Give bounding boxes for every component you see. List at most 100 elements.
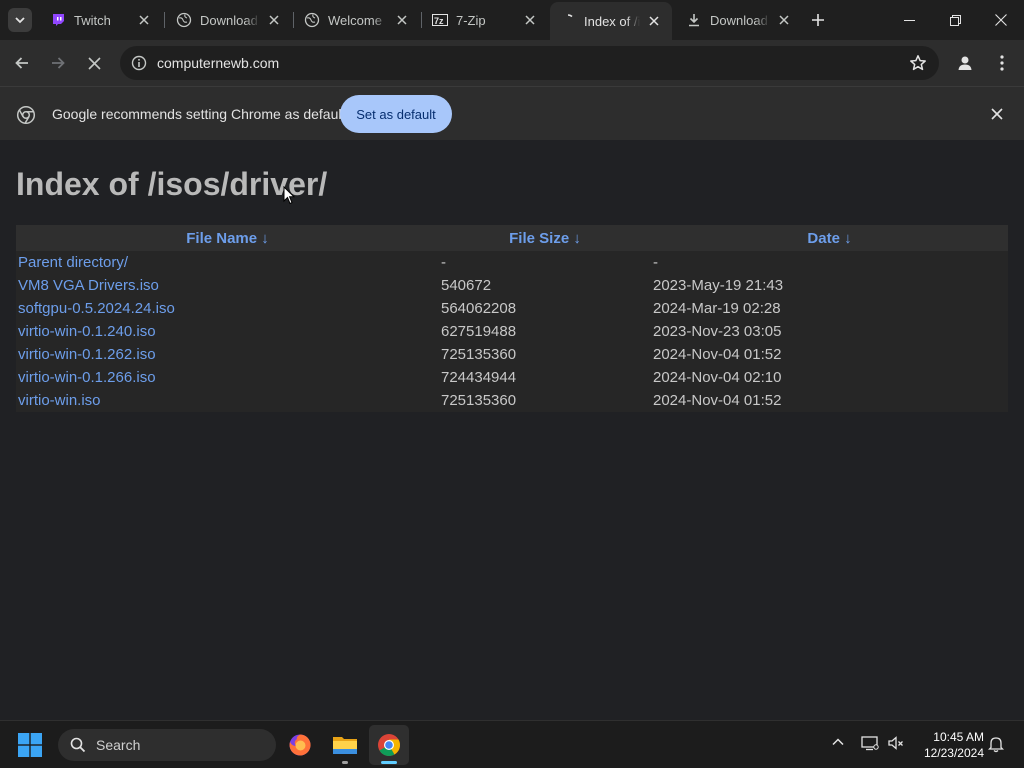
download-icon (686, 12, 702, 28)
infobar-close-icon[interactable] (988, 105, 1006, 128)
clock-date: 12/23/2024 (923, 746, 984, 760)
chrome-icon (16, 105, 36, 130)
firefox-icon (289, 734, 311, 756)
file-link[interactable]: virtio-win-0.1.240.iso (18, 323, 156, 340)
file-date: 2023-Nov-23 03:05 (653, 323, 782, 340)
profile-icon (958, 56, 972, 70)
parent-directory-link[interactable]: Parent directory/ (18, 254, 128, 271)
volume-muted-icon[interactable] (887, 735, 905, 756)
tab-download[interactable]: Download (166, 4, 292, 36)
sort-by-size-header[interactable]: File Size ↓ (439, 225, 651, 251)
firefox-taskbar-button[interactable] (280, 725, 320, 765)
url-text[interactable]: computernewb.com (157, 55, 279, 71)
file-size: 540672 (441, 277, 492, 294)
file-date: 2024-Mar-19 02:28 (653, 300, 781, 317)
new-tab-button[interactable] (806, 8, 830, 32)
close-window-button[interactable] (978, 0, 1024, 40)
minimize-icon (903, 19, 915, 21)
file-size: 724434944 (441, 369, 517, 386)
default-browser-infobar: Google recommends setting Chrome as defa… (0, 86, 1024, 140)
table-row: virtio-win.iso 725135360 2024-Nov-04 01:… (16, 389, 1008, 412)
table-row: virtio-win-0.1.266.iso 724434944 2024-No… (16, 366, 1008, 389)
tab-close-icon[interactable] (136, 12, 152, 28)
stop-loading-button[interactable] (78, 47, 110, 79)
notification-bell-icon[interactable] (987, 735, 1005, 758)
system-clock[interactable]: 10:45 AM 12/23/2024 (914, 729, 984, 761)
tab-close-icon[interactable] (266, 12, 282, 28)
taskbar-search-box[interactable]: Search (58, 729, 276, 761)
mouse-cursor-icon (283, 186, 295, 205)
chevron-up-icon[interactable] (831, 735, 845, 754)
forward-arrow-icon (52, 57, 65, 69)
set-as-default-button[interactable]: Set as default (340, 95, 452, 133)
twitch-icon (50, 12, 66, 28)
browser-toolbar: computernewb.com (0, 40, 1024, 86)
table-row: virtio-win-0.1.262.iso 725135360 2024-No… (16, 343, 1008, 366)
file-date: 2024-Nov-04 01:52 (653, 392, 782, 409)
tab-7zip[interactable]: 7z 7-Zip (422, 4, 548, 36)
file-link[interactable]: virtio-win.iso (18, 392, 101, 409)
tab-title: Download (710, 12, 768, 28)
tab-close-icon[interactable] (646, 13, 662, 29)
kebab-menu-icon (1000, 55, 1004, 71)
file-link[interactable]: virtio-win-0.1.262.iso (18, 346, 156, 363)
table-row: virtio-win-0.1.240.iso 627519488 2023-No… (16, 320, 1008, 343)
forward-button[interactable] (42, 47, 74, 79)
file-date: 2024-Nov-04 01:52 (653, 346, 782, 363)
sort-by-date-header[interactable]: Date ↓ (651, 225, 1008, 251)
close-icon (995, 14, 1007, 26)
restore-button[interactable] (932, 0, 978, 40)
info-icon (131, 55, 147, 71)
tab-title: 7-Zip (456, 12, 486, 28)
windows-logo-icon (18, 733, 42, 757)
file-link[interactable]: softgpu-0.5.2024.24.iso (18, 300, 175, 317)
svg-text:7z: 7z (434, 16, 444, 26)
chrome-icon (378, 734, 400, 756)
tab-twitch[interactable]: Twitch (40, 4, 162, 36)
file-date: 2024-Nov-04 02:10 (653, 369, 782, 386)
table-header-row: File Name ↓ File Size ↓ Date ↓ (16, 225, 1008, 251)
file-explorer-taskbar-button[interactable] (325, 725, 365, 765)
search-placeholder: Search (96, 737, 141, 753)
tab-title: Twitch (74, 12, 111, 28)
tab-close-icon[interactable] (776, 12, 792, 28)
start-button[interactable] (18, 733, 42, 762)
folder-icon (333, 737, 357, 754)
clock-time: 10:45 AM (933, 730, 984, 744)
tab-separator (164, 12, 165, 28)
file-link[interactable]: VM8 VGA Drivers.iso (18, 277, 159, 294)
tab-title: Welcome (328, 12, 382, 28)
file-listing-table: File Name ↓ File Size ↓ Date ↓ Parent di… (16, 225, 1008, 412)
close-icon (87, 56, 101, 70)
profile-button[interactable] (949, 47, 981, 79)
menu-button[interactable] (986, 47, 1018, 79)
table-row: Parent directory/ - - (16, 251, 1008, 274)
file-size: - (441, 254, 446, 271)
loading-spinner-icon (560, 13, 576, 29)
back-arrow-icon (15, 57, 28, 69)
tab-welcome[interactable]: Welcome (294, 4, 420, 36)
tab-close-icon[interactable] (394, 12, 410, 28)
bookmark-star-icon[interactable] (909, 54, 927, 77)
file-date: 2023-May-19 21:43 (653, 277, 784, 294)
tab-download-2[interactable]: Download (676, 4, 802, 36)
loading-icon (176, 12, 192, 28)
site-info-button[interactable] (122, 46, 156, 80)
restore-icon (949, 14, 961, 26)
back-button[interactable] (6, 47, 38, 79)
page-content: Index of /isos/driver/ File Name ↓ File … (0, 140, 1024, 720)
chrome-taskbar-button[interactable] (369, 725, 409, 765)
search-icon (70, 737, 86, 753)
tab-index-of[interactable]: Index of /i (550, 2, 672, 40)
file-link[interactable]: virtio-win-0.1.266.iso (18, 369, 156, 386)
active-app-indicator (381, 761, 397, 764)
7zip-icon: 7z (432, 12, 448, 28)
address-bar[interactable]: computernewb.com (120, 46, 939, 80)
tab-close-icon[interactable] (522, 12, 538, 28)
tab-search-button[interactable] (8, 8, 32, 32)
file-size: 725135360 (441, 346, 517, 363)
file-size: 627519488 (441, 323, 517, 340)
sort-by-name-header[interactable]: File Name ↓ (16, 225, 439, 251)
network-icon[interactable] (861, 735, 879, 756)
minimize-button[interactable] (886, 0, 932, 40)
